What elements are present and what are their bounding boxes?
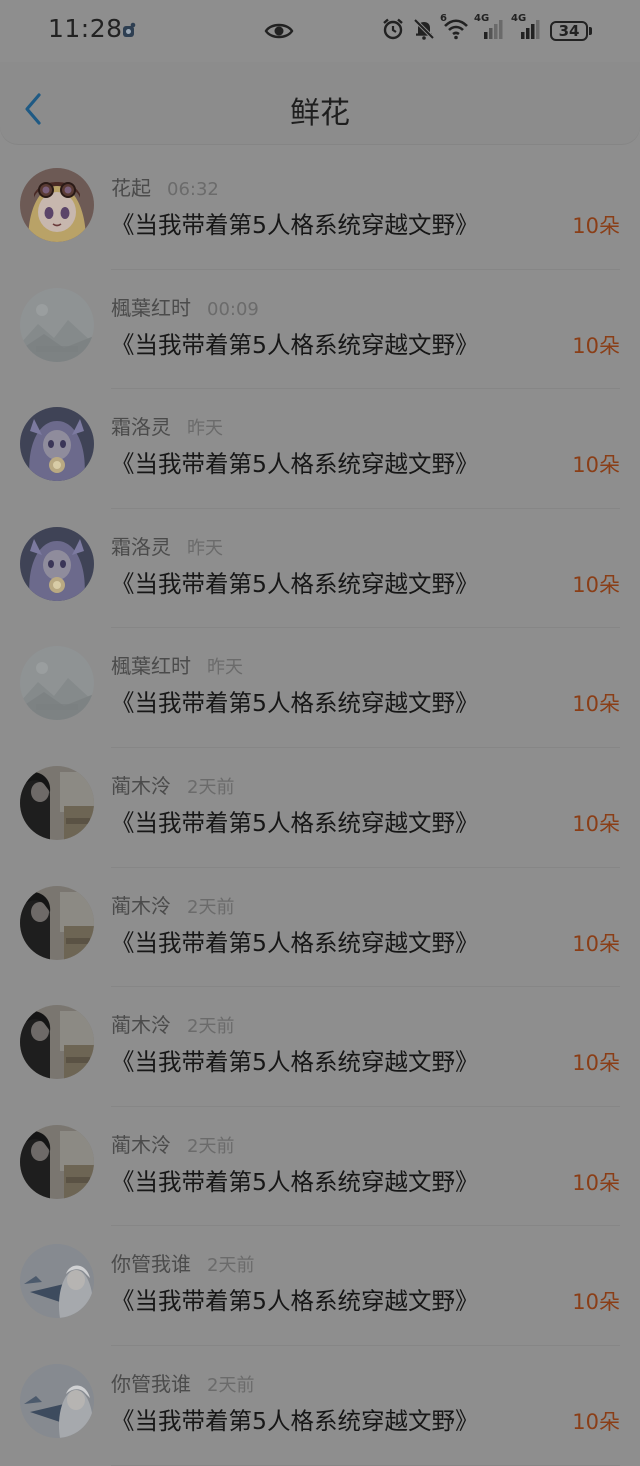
user-name[interactable]: 蔺木泠 2天前 [111, 1009, 234, 1038]
divider [111, 1464, 620, 1466]
book-title: 《当我带着第5人格系统穿越文野》 [111, 211, 479, 239]
gift-time: 2天前 [207, 1374, 255, 1396]
gift-time: 2天前 [187, 1016, 235, 1038]
avatar[interactable] [20, 885, 94, 960]
signal-4g-icon: 4G [474, 13, 506, 44]
flower-count: 10朵 [572, 1051, 620, 1076]
user-name-text: 霜洛灵 [111, 415, 171, 440]
user-name-text: 楓葉红时 [111, 654, 191, 679]
user-name[interactable]: 你管我谁 2天前 [111, 1368, 254, 1397]
mute-icon [412, 17, 436, 45]
avatar[interactable] [20, 1244, 94, 1319]
list-item[interactable]: 霜洛灵 昨天 《当我带着第5人格系统穿越文野》 10朵 [0, 389, 640, 509]
user-name-text: 霜洛灵 [111, 534, 171, 559]
alarm-icon [381, 17, 405, 45]
battery-icon: 34 [550, 21, 592, 41]
list-item[interactable]: 蔺木泠 2天前 《当我带着第5人格系统穿越文野》 10朵 [0, 868, 640, 988]
avatar[interactable] [20, 646, 94, 721]
avatar[interactable] [20, 1363, 94, 1438]
gift-time: 昨天 [187, 418, 223, 440]
user-name[interactable]: 霜洛灵 昨天 [111, 411, 223, 440]
user-name-text: 蔺木泠 [111, 1013, 171, 1038]
book-title: 《当我带着第5人格系统穿越文野》 [111, 330, 479, 359]
book-title: 《当我带着第5人格系统穿越文野》 [111, 689, 479, 718]
user-name-text: 楓葉红时 [111, 295, 191, 320]
gift-time: 06:32 [167, 179, 219, 200]
status-time: 11:28 [48, 14, 123, 43]
user-name-text: 你管我谁 [111, 1371, 191, 1396]
book-title: 《当我带着第5人格系统穿越文野》 [111, 1287, 479, 1316]
flower-count: 10朵 [572, 214, 620, 238]
battery-tip [589, 27, 592, 35]
gift-time: 2天前 [187, 1135, 235, 1157]
list-item[interactable]: 蔺木泠 2天前 《当我带着第5人格系统穿越文野》 10朵 [0, 987, 640, 1107]
flower-count: 10朵 [572, 692, 620, 717]
avatar[interactable] [20, 1124, 94, 1199]
user-name[interactable]: 蔺木泠 2天前 [111, 890, 234, 919]
list-item[interactable]: 你管我谁 2天前 《当我带着第5人格系统穿越文野》 10朵 [0, 1226, 640, 1346]
user-name-text: 你管我谁 [111, 1252, 191, 1277]
list-item[interactable]: 蔺木泠 2天前 《当我带着第5人格系统穿越文野》 10朵 [0, 1107, 640, 1227]
user-name[interactable]: 霜洛灵 昨天 [111, 531, 223, 560]
list-item[interactable]: 蔺木泠 2天前 《当我带着第5人格系统穿越文野》 10朵 [0, 748, 640, 868]
user-name-text: 蔺木泠 [111, 893, 171, 918]
book-title: 《当我带着第5人格系统穿越文野》 [111, 928, 479, 957]
page-title: 鲜花 [290, 96, 350, 131]
list-item[interactable]: 花起 06:32 《当我带着第5人格系统穿越文野》 10朵 [0, 150, 640, 270]
network-type-label: 4G [474, 13, 490, 24]
book-title: 《当我带着第5人格系统穿越文野》 [111, 569, 479, 598]
gift-time: 2天前 [187, 896, 235, 918]
avatar[interactable] [20, 526, 94, 601]
avatar[interactable] [20, 407, 94, 482]
avatar[interactable] [20, 287, 94, 362]
user-name[interactable]: 花起 06:32 [111, 172, 219, 201]
flower-gift-list: 花起 06:32 《当我带着第5人格系统穿越文野》 10朵 楓葉红时 00:09 《… [0, 150, 640, 1466]
app-notification-icon [122, 22, 136, 42]
list-item[interactable]: 楓葉红时 00:09 《当我带着第5人格系统穿越文野》 10朵 [0, 270, 640, 390]
flower-count: 10朵 [572, 931, 620, 956]
book-title: 《当我带着第5人格系统穿越文野》 [111, 1406, 479, 1435]
flower-count: 10朵 [572, 333, 620, 358]
avatar[interactable] [20, 765, 94, 840]
avatar[interactable] [20, 168, 94, 242]
user-name[interactable]: 蔺木泠 2天前 [111, 770, 234, 799]
user-name[interactable]: 楓葉红时 00:09 [111, 292, 259, 321]
list-item[interactable]: 你管我谁 2天前 《当我带着第5人格系统穿越文野》 10朵 [0, 1346, 640, 1466]
user-name-text: 蔺木泠 [111, 773, 171, 798]
user-name[interactable]: 楓葉红时 昨天 [111, 650, 243, 679]
signal-4g-icon: 4G [511, 13, 543, 44]
flower-count: 10朵 [572, 1409, 620, 1434]
gift-time: 00:09 [207, 298, 259, 320]
book-title: 《当我带着第5人格系统穿越文野》 [111, 450, 479, 479]
list-item[interactable]: 楓葉红时 昨天 《当我带着第5人格系统穿越文野》 10朵 [0, 628, 640, 748]
wifi-version-label: 6 [440, 13, 447, 24]
wifi-icon: 6 [440, 13, 469, 44]
gift-time: 昨天 [187, 537, 223, 559]
user-name[interactable]: 你管我谁 2天前 [111, 1248, 254, 1277]
flower-count: 10朵 [572, 1290, 620, 1315]
eye-icon [264, 20, 294, 46]
flower-count: 10朵 [572, 811, 620, 836]
avatar[interactable] [20, 1005, 94, 1080]
top-nav-bar: 鲜花 [0, 62, 640, 144]
flower-count: 10朵 [572, 1170, 620, 1195]
battery-level: 34 [550, 21, 588, 41]
flower-count: 10朵 [572, 453, 620, 478]
user-name-text: 蔺木泠 [111, 1132, 171, 1157]
book-title: 《当我带着第5人格系统穿越文野》 [111, 808, 479, 837]
network-type-label: 4G [511, 13, 527, 24]
flower-count: 10朵 [572, 572, 620, 597]
book-title: 《当我带着第5人格系统穿越文野》 [111, 1048, 479, 1077]
status-bar: 11:28 6 4G 4G 34 [0, 0, 640, 62]
list-item[interactable]: 霜洛灵 昨天 《当我带着第5人格系统穿越文野》 10朵 [0, 509, 640, 629]
gift-time: 昨天 [207, 657, 243, 679]
user-name-text: 花起 [111, 176, 151, 200]
gift-time: 2天前 [187, 776, 235, 798]
gift-time: 2天前 [207, 1255, 255, 1277]
user-name[interactable]: 蔺木泠 2天前 [111, 1129, 234, 1158]
book-title: 《当我带着第5人格系统穿越文野》 [111, 1167, 479, 1196]
